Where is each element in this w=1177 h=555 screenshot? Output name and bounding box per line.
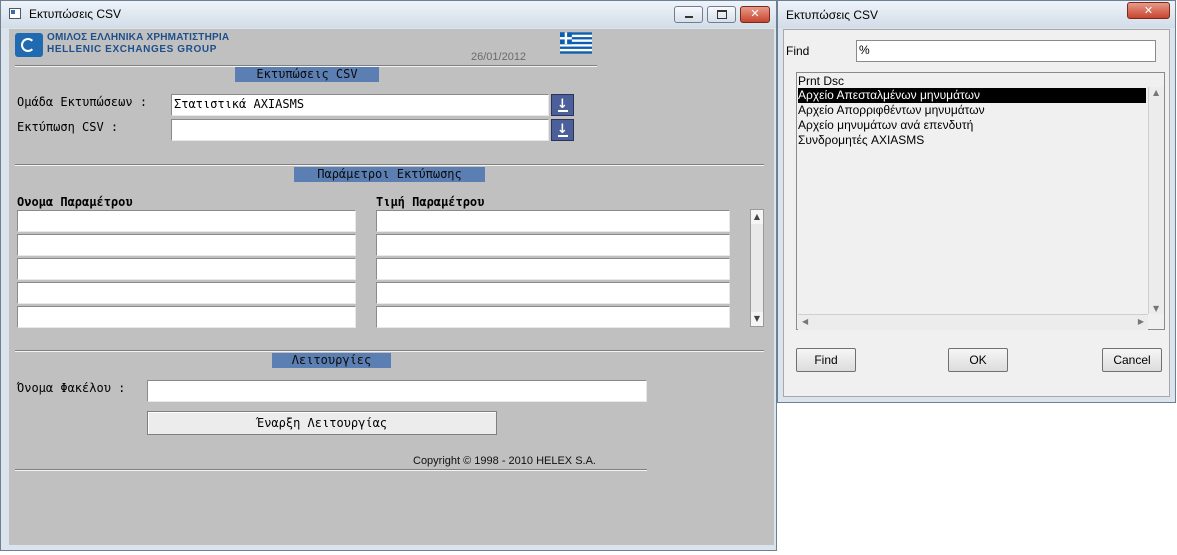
params-section-divider	[15, 350, 764, 352]
param-value-header: Τιμή Παραμέτρου	[376, 195, 485, 209]
group-field[interactable]: Στατιστικά AXIASMS	[171, 94, 549, 116]
param-name-field[interactable]	[17, 210, 356, 232]
param-name-field[interactable]	[17, 282, 356, 304]
footer-divider	[15, 469, 647, 471]
close-icon: ✕	[1143, 4, 1154, 17]
minimize-icon	[684, 16, 693, 18]
folder-label: Όνομα Φακέλου :	[17, 381, 126, 395]
param-value-field[interactable]	[376, 234, 730, 256]
lov-dialog: Εκτυπώσεις CSV ✕ Find % Prnt Dsc Αρχείο …	[777, 0, 1176, 403]
current-date: 26/01/2012	[471, 51, 527, 63]
section-ops-title: Λειτουργίες	[272, 353, 391, 368]
param-name-header: Ονομα Παραμέτρου	[17, 195, 133, 209]
main-window-title: Εκτυπώσεις CSV	[29, 7, 121, 21]
greek-flag-icon[interactable]	[560, 31, 592, 55]
list-item[interactable]: Αρχείο Απορριφθέντων μηνυμάτων	[798, 103, 1146, 118]
scroll-right-icon[interactable]: ▶	[1138, 317, 1144, 326]
dialog-cancel-button[interactable]: Cancel	[1102, 348, 1162, 372]
param-value-field[interactable]	[376, 210, 730, 232]
param-value-field[interactable]	[376, 258, 730, 280]
dialog-ok-button[interactable]: OK	[948, 348, 1008, 372]
app-icon	[9, 8, 21, 19]
param-value-field[interactable]	[376, 282, 730, 304]
main-client-area: ΟΜΙΛΟΣ ΕΛΛΗΝΙΚΑ ΧΡΗΜΑΤΙΣΤΗΡΙΑ HELLENIC E…	[9, 29, 774, 545]
section-print-title: Εκτυπώσεις CSV	[235, 67, 379, 82]
maximize-button[interactable]	[707, 6, 736, 23]
scroll-up-icon[interactable]: ▲	[1153, 88, 1159, 97]
helex-logo-icon	[15, 33, 43, 57]
maximize-icon	[716, 10, 727, 19]
dialog-find-label: Find	[786, 44, 810, 58]
print-csv-label: Εκτύπωση CSV :	[17, 120, 119, 134]
dialog-find-button[interactable]: Find	[796, 348, 856, 372]
dialog-find-input[interactable]: %	[856, 40, 1156, 62]
params-scrollbar[interactable]: ▲ ▼	[750, 209, 764, 327]
logo-text-english: HELLENIC EXCHANGES GROUP	[47, 44, 217, 55]
group-lov-button[interactable]: ↓	[551, 94, 574, 116]
param-name-field[interactable]	[17, 306, 356, 328]
logo-text-greek: ΟΜΙΛΟΣ ΕΛΛΗΝΙΚΑ ΧΡΗΜΑΤΙΣΤΗΡΙΑ	[47, 32, 230, 43]
param-value-field[interactable]	[376, 306, 730, 328]
list-item-selected[interactable]: Αρχείο Απεσταλμένων μηνυμάτων	[798, 88, 1146, 103]
main-title-bar[interactable]: Εκτυπώσεις CSV ✕	[1, 1, 776, 28]
print-section-divider	[15, 164, 764, 166]
list-vertical-scrollbar[interactable]: ▲ ▼	[1148, 87, 1164, 314]
arrow-down-icon: ↓	[557, 122, 568, 137]
print-csv-lov-button[interactable]: ↓	[551, 119, 574, 141]
list-item[interactable]: Αρχείο μηνυμάτων ανά επενδυτή	[798, 118, 1146, 133]
scroll-left-icon[interactable]: ◀	[802, 317, 808, 326]
folder-field[interactable]	[147, 380, 647, 402]
list-column-header: Prnt Dsc	[798, 74, 845, 88]
dialog-title: Εκτυπώσεις CSV	[786, 8, 878, 22]
list-horizontal-scrollbar[interactable]: ◀ ▶	[798, 314, 1148, 330]
dialog-client-area: Find % Prnt Dsc Αρχείο Απεσταλμένων μηνυ…	[783, 29, 1170, 397]
minimize-button[interactable]	[674, 6, 703, 23]
print-csv-field[interactable]	[171, 119, 549, 141]
param-name-field[interactable]	[17, 258, 356, 280]
scroll-down-icon[interactable]: ▼	[1153, 304, 1159, 313]
list-item[interactable]: Συνδρομητές AXIASMS	[798, 133, 1146, 148]
dialog-results-list[interactable]: Prnt Dsc Αρχείο Απεσταλμένων μηνυμάτων Α…	[796, 72, 1165, 330]
scroll-down-icon[interactable]: ▼	[751, 312, 763, 326]
dialog-title-bar[interactable]: Εκτυπώσεις CSV ✕	[778, 1, 1175, 28]
copyright-text: Copyright © 1998 - 2010 HELEX S.A.	[413, 455, 596, 467]
close-button[interactable]: ✕	[740, 6, 770, 23]
param-name-field[interactable]	[17, 234, 356, 256]
main-window: Εκτυπώσεις CSV ✕ ΟΜΙΛΟΣ ΕΛΛΗΝΙΚΑ ΧΡΗΜΑΤΙ…	[0, 0, 777, 551]
group-label: Ομάδα Εκτυπώσεων :	[17, 95, 148, 109]
arrow-down-icon: ↓	[557, 97, 568, 112]
close-icon: ✕	[750, 7, 760, 20]
dialog-close-button[interactable]: ✕	[1127, 2, 1170, 19]
start-operation-button[interactable]: Έναρξη Λειτουργίας	[147, 411, 497, 435]
section-params-title: Παράμετροι Εκτύπωσης	[294, 167, 485, 182]
scroll-up-icon[interactable]: ▲	[751, 210, 763, 224]
